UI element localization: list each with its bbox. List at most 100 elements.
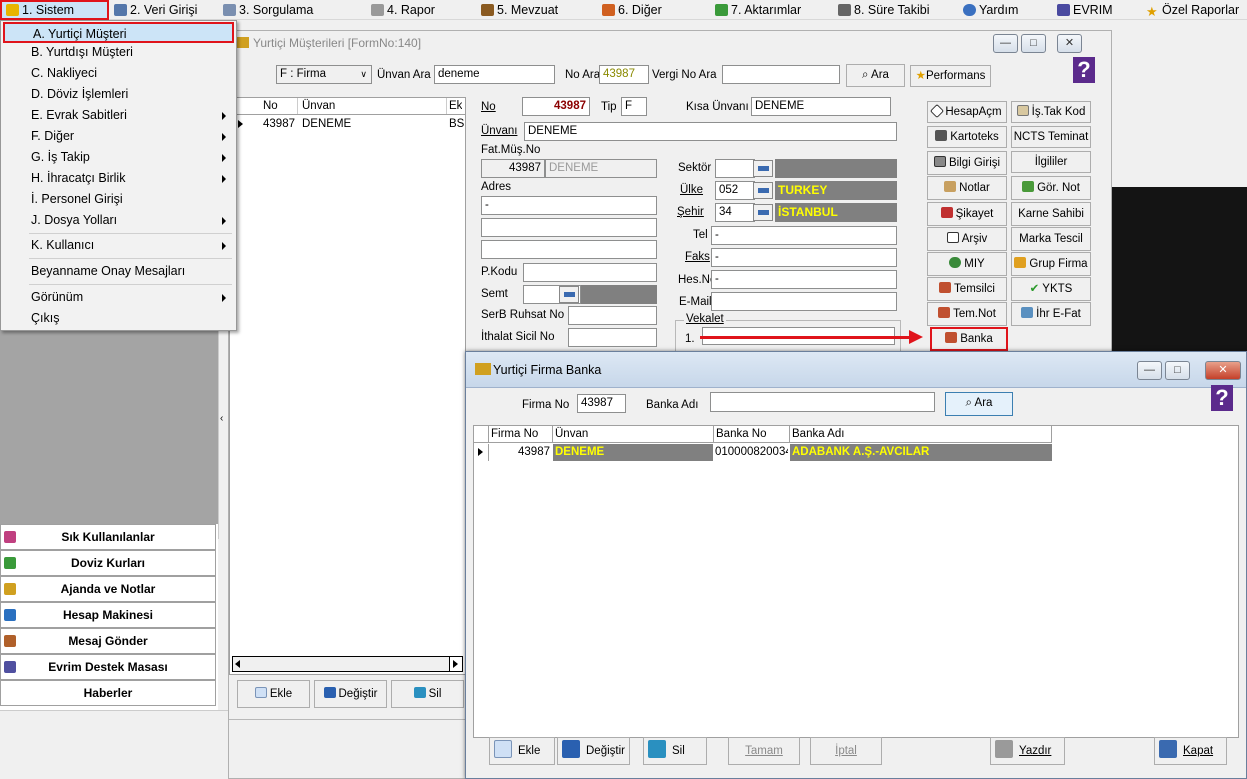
menu-item-kullanici[interactable]: K. Kullanıcı xyxy=(3,235,234,256)
filter-select[interactable]: F : Firma ∨ xyxy=(276,65,372,84)
no-ara-input[interactable]: 43987 xyxy=(599,65,649,84)
vergi-no-input[interactable] xyxy=(722,65,840,84)
menu-item-evrak-sabitleri[interactable]: E. Evrak Sabitleri xyxy=(3,105,234,126)
ulke-code-field[interactable]: 052 xyxy=(715,181,755,200)
menu-item-yurtdisi-musteri[interactable]: B. Yurtdışı Müşteri xyxy=(3,42,234,63)
minimize-button[interactable]: — xyxy=(993,34,1018,53)
menu-item-diger[interactable]: F. Diğer xyxy=(3,126,234,147)
hes-no-field[interactable]: - xyxy=(711,270,897,289)
address-line-3[interactable] xyxy=(481,240,657,259)
sehir-code-field[interactable]: 34 xyxy=(715,203,755,222)
hesap-acma-button[interactable]: HesapAçm xyxy=(927,101,1007,123)
table-row[interactable]: 43987 DENEME BS xyxy=(230,116,465,133)
ilgililer-button[interactable]: İlgililer xyxy=(1011,151,1091,173)
sektor-code-field[interactable] xyxy=(715,159,755,178)
bank-close-button[interactable]: ✕ xyxy=(1205,361,1241,380)
menu-item-gorunum[interactable]: Görünüm xyxy=(3,287,234,308)
bank-add-button[interactable]: Ekle xyxy=(489,737,555,765)
temsilci-button[interactable]: Temsilci xyxy=(927,277,1007,301)
bank-help-icon[interactable]: ? xyxy=(1211,385,1233,411)
gor-not-button[interactable]: Gör. Not xyxy=(1011,176,1091,200)
shortcut-support[interactable]: Evrim Destek Masası xyxy=(0,654,216,680)
ulke-lookup-button[interactable] xyxy=(753,182,773,199)
bank-print-button[interactable]: Yazdır xyxy=(990,737,1065,765)
menu-item-yurtici-musteri[interactable]: A. Yurtiçi Müşteri xyxy=(3,22,234,43)
shortcut-message[interactable]: Mesaj Gönder xyxy=(0,628,216,654)
karne-sahibi-button[interactable]: Karne Sahibi xyxy=(1011,202,1091,226)
help-icon[interactable]: ? xyxy=(1073,57,1095,83)
menu-sure-takibi[interactable]: 8. Süre Takibi xyxy=(838,0,930,20)
fat-mus-no-field[interactable]: 43987 xyxy=(481,159,545,178)
menu-item-is-takip[interactable]: G. İş Takip xyxy=(3,147,234,168)
faks-field[interactable]: - xyxy=(711,248,897,267)
firma-no-input[interactable]: 43987 xyxy=(577,394,626,413)
unvan-field[interactable]: DENEME xyxy=(524,122,897,141)
menu-item-beyanname-onay[interactable]: Beyanname Onay Mesajları xyxy=(3,261,234,282)
menu-yardim[interactable]: Yardım xyxy=(963,0,1018,20)
bank-edit-button[interactable]: Değiştir xyxy=(557,737,630,765)
bank-search-button[interactable]: ⌕ Ara xyxy=(945,392,1013,416)
shortcut-notes[interactable]: Ajanda ve Notlar xyxy=(0,576,216,602)
tel-field[interactable]: - xyxy=(711,226,897,245)
tem-not-button[interactable]: Tem.Not xyxy=(927,302,1007,326)
bank-table-row[interactable]: 43987 DENEME 010000820034 ADABANK A.Ş.-A… xyxy=(474,444,1052,461)
maximize-button[interactable]: □ xyxy=(1021,34,1046,53)
menu-rapor[interactable]: 4. Rapor xyxy=(371,0,435,20)
menu-item-doviz-islemleri[interactable]: D. Döviz İşlemleri xyxy=(3,84,234,105)
ykts-button[interactable]: ✔ YKTS xyxy=(1011,277,1091,301)
tip-field[interactable]: F xyxy=(621,97,647,116)
menu-item-dosya-yollari[interactable]: J. Dosya Yolları xyxy=(3,210,234,231)
kisa-unvan-field[interactable]: DENEME xyxy=(751,97,891,116)
bank-delete-button[interactable]: Sil xyxy=(643,737,707,765)
shortcut-favorites[interactable]: Sık Kullanılanlar xyxy=(0,524,216,550)
notlar-button[interactable]: Notlar xyxy=(927,176,1007,200)
is-takip-kod-button[interactable]: İş.Tak Kod xyxy=(1011,101,1091,123)
address-line-2[interactable] xyxy=(481,218,657,237)
customer-grid-hscroll[interactable] xyxy=(232,656,463,672)
marka-tescil-button[interactable]: Marka Tescil xyxy=(1011,227,1091,251)
menu-aktarimlar[interactable]: 7. Aktarımlar xyxy=(715,0,801,20)
bilgi-girisi-button[interactable]: Bilgi Girişi xyxy=(927,151,1007,175)
menu-item-cikis[interactable]: Çıkış xyxy=(3,308,234,329)
sektor-lookup-button[interactable] xyxy=(753,160,773,177)
unvan-ara-input[interactable]: deneme xyxy=(434,65,555,84)
ihr-e-fat-button[interactable]: İhr E-Fat xyxy=(1011,302,1091,326)
ithalat-sicil-field[interactable] xyxy=(568,328,657,347)
menu-ozel-raporlar[interactable]: ★ Özel Raporlar xyxy=(1146,0,1239,20)
menu-evrim[interactable]: EVRIM xyxy=(1057,0,1113,20)
address-line-1[interactable]: - xyxy=(481,196,657,215)
menu-veri-girisi[interactable]: 2. Veri Girişi xyxy=(114,0,197,20)
bank-cancel-button[interactable]: İptal xyxy=(810,737,882,765)
bank-ok-button[interactable]: Tamam xyxy=(728,737,800,765)
sikayet-button[interactable]: Şikayet xyxy=(927,202,1007,226)
performans-button[interactable]: ★Performans xyxy=(910,65,991,87)
ncts-teminat-button[interactable]: NCTS Teminat xyxy=(1011,126,1091,148)
miy-button[interactable]: MIY xyxy=(927,252,1007,276)
banka-button[interactable]: Banka xyxy=(930,327,1008,351)
banka-adi-input[interactable] xyxy=(710,392,935,412)
menu-sorgulama[interactable]: 3. Sorgulama xyxy=(223,0,313,20)
menu-mevzuat[interactable]: 5. Mevzuat xyxy=(481,0,558,20)
search-button[interactable]: ⌕ Ara xyxy=(846,64,905,87)
menu-item-nakliyeci[interactable]: C. Nakliyeci xyxy=(3,63,234,84)
shortcut-calculator[interactable]: Hesap Makinesi xyxy=(0,602,216,628)
bank-minimize-button[interactable]: — xyxy=(1137,361,1162,380)
menu-diger[interactable]: 6. Diğer xyxy=(602,0,662,20)
email-field[interactable] xyxy=(711,292,897,311)
posta-kodu-field[interactable] xyxy=(523,263,657,282)
grup-firma-button[interactable]: Grup Firma xyxy=(1011,252,1091,276)
add-button[interactable]: Ekle xyxy=(237,680,310,708)
menu-item-personel-girisi[interactable]: İ. Personel Girişi xyxy=(3,189,234,210)
shortcut-news[interactable]: Haberler xyxy=(0,680,216,706)
menu-item-ihracatci-birlik[interactable]: H. İhracatçı Birlik xyxy=(3,168,234,189)
kartoteks-button[interactable]: Kartoteks xyxy=(927,126,1007,148)
delete-button[interactable]: Sil xyxy=(391,680,464,708)
sehir-lookup-button[interactable] xyxy=(753,204,773,221)
close-button[interactable]: ✕ xyxy=(1057,34,1082,53)
arsiv-button[interactable]: Arşiv xyxy=(927,227,1007,251)
shortcut-currency[interactable]: Doviz Kurları xyxy=(0,550,216,576)
semt-lookup-button[interactable] xyxy=(559,286,579,303)
menu-sistem[interactable]: 1. Sistem xyxy=(0,0,109,20)
serb-ruhsat-field[interactable] xyxy=(568,306,657,325)
bank-maximize-button[interactable]: □ xyxy=(1165,361,1190,380)
